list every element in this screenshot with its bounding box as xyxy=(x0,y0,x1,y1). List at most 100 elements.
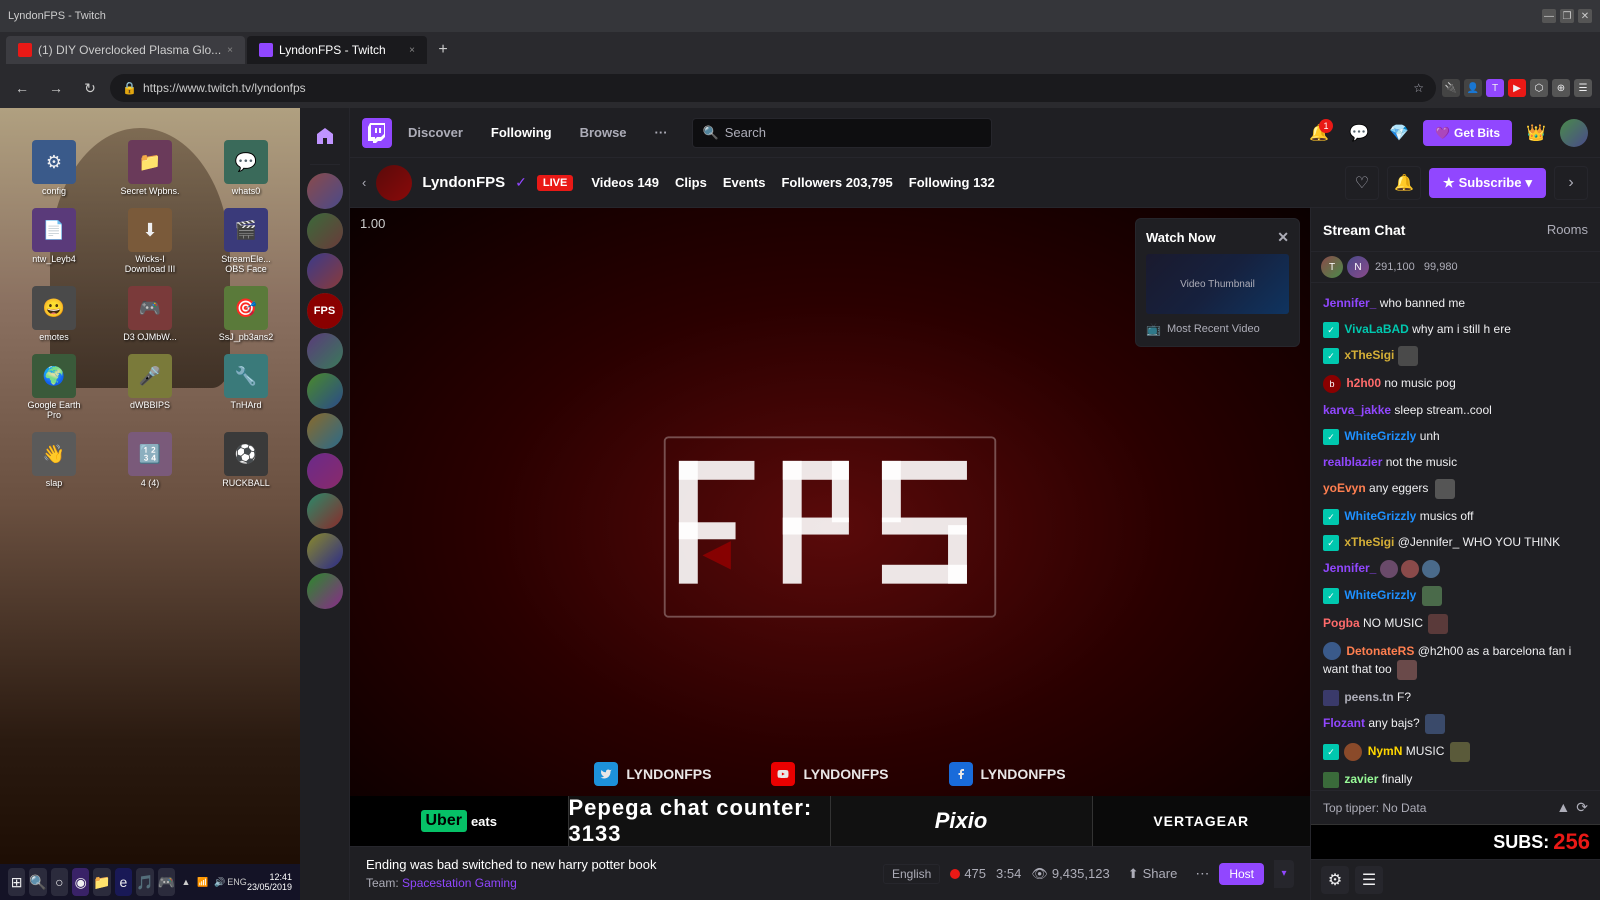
sidebar-avatar-11[interactable] xyxy=(307,573,343,609)
most-recent-video[interactable]: 📺 Most Recent Video xyxy=(1146,322,1289,336)
username-wg2[interactable]: WhiteGrizzly xyxy=(1344,509,1416,523)
desktop-icon-ntw[interactable]: 📄 ntw_Leyb4 xyxy=(8,204,100,278)
taskbar-folder[interactable]: 📁 xyxy=(93,868,110,896)
tab-1[interactable]: (1) DIY Overclocked Plasma Glo... × xyxy=(6,36,245,64)
desktop-icon-d3[interactable]: 🎮 D3 OJMbW... xyxy=(104,282,196,346)
followers-stat[interactable]: Followers 203,795 xyxy=(781,175,892,190)
username-realblazier[interactable]: realblazier xyxy=(1323,455,1382,469)
sidebar-avatar-9[interactable] xyxy=(307,493,343,529)
profile-icon[interactable]: 👤 xyxy=(1464,79,1482,97)
channel-nav-back[interactable]: ‹ xyxy=(362,175,366,190)
search-bar[interactable]: 🔍 Search xyxy=(692,118,992,148)
more-ext-1[interactable]: ⬡ xyxy=(1530,79,1548,97)
sidebar-avatar-5[interactable] xyxy=(307,333,343,369)
username-nymn[interactable]: NymN xyxy=(1368,745,1403,759)
chat-list-icon[interactable]: ☰ xyxy=(1355,866,1383,894)
desktop-icon-tnhard[interactable]: 🔧 TnHArd xyxy=(200,350,292,424)
bell-button[interactable]: 🔔 xyxy=(1387,166,1421,200)
search-input[interactable]: Search xyxy=(725,125,766,140)
host-chevron[interactable]: ▾ xyxy=(1274,860,1294,888)
maximize-button[interactable]: ❐ xyxy=(1560,9,1574,23)
username-zavier[interactable]: zavier xyxy=(1344,772,1378,786)
heart-button[interactable]: ♡ xyxy=(1345,166,1379,200)
team-link[interactable]: Spacestation Gaming xyxy=(402,876,517,890)
address-bar[interactable]: 🔒 https://www.twitch.tv/lyndonfps ☆ xyxy=(110,74,1436,102)
events-stat[interactable]: Events xyxy=(723,175,766,190)
following-nav-btn[interactable]: Following xyxy=(479,119,564,146)
desktop-icon-stream[interactable]: 🎬 StreamEle... OBS Face xyxy=(200,204,292,278)
more-options-stream[interactable]: ⋯ xyxy=(1195,865,1209,882)
username-yoevyn[interactable]: yoEvyn xyxy=(1323,481,1366,495)
nav-messages[interactable]: 💬 xyxy=(1343,117,1375,149)
discover-nav-btn[interactable]: Discover xyxy=(396,119,475,146)
chat-settings-icon[interactable]: ⚙ xyxy=(1321,866,1349,894)
video-thumbnail[interactable]: Video Thumbnail xyxy=(1146,254,1289,314)
taskbar-app2[interactable]: 🎮 xyxy=(158,868,175,896)
username-h2h00[interactable]: h2h00 xyxy=(1346,376,1381,390)
following-stat[interactable]: Following 132 xyxy=(909,175,995,190)
username-thesigi2[interactable]: xTheSigi xyxy=(1344,535,1394,549)
twitch-logo[interactable] xyxy=(362,118,392,148)
reload-button[interactable]: ↻ xyxy=(76,74,104,102)
more-nav-btn[interactable]: ··· xyxy=(643,119,680,146)
taskbar-app1[interactable]: 🎵 xyxy=(136,868,153,896)
desktop-icon-ruckball[interactable]: ⚽ RUCKBALL xyxy=(200,428,292,492)
more-ext-3[interactable]: ☰ xyxy=(1574,79,1592,97)
more-ext-2[interactable]: ⊕ xyxy=(1552,79,1570,97)
taskbar-cortana[interactable]: ○ xyxy=(51,868,68,896)
tipper-scroll-up[interactable]: ▲ xyxy=(1556,799,1570,816)
desktop-icon-secret[interactable]: 📁 Secret Wpbns. xyxy=(104,136,196,200)
taskbar-search[interactable]: 🔍 xyxy=(29,868,46,896)
tipper-scroll-down[interactable]: ⟳ xyxy=(1576,799,1588,816)
username-wg1[interactable]: WhiteGrizzly xyxy=(1344,429,1416,443)
username-thesigi1[interactable]: xTheSigi xyxy=(1344,348,1394,362)
nav-prime[interactable]: 👑 xyxy=(1520,117,1552,149)
share-button[interactable]: ⬆ Share xyxy=(1120,862,1186,886)
browse-nav-btn[interactable]: Browse xyxy=(568,119,639,146)
channel-name[interactable]: LyndonFPS xyxy=(422,174,505,191)
new-tab-button[interactable]: + xyxy=(429,36,457,64)
username-flozant[interactable]: Flozant xyxy=(1323,717,1365,731)
tab-2[interactable]: LyndonFPS - Twitch × xyxy=(247,36,427,64)
clips-stat[interactable]: Clips xyxy=(675,175,707,190)
tab-1-close[interactable]: × xyxy=(227,45,233,56)
username-jennifer2[interactable]: Jennifer_ xyxy=(1323,561,1376,575)
videos-stat[interactable]: Videos 149 xyxy=(591,175,659,190)
desktop-icon-gearth[interactable]: 🌍 Google Earth Pro xyxy=(8,350,100,424)
sidebar-avatar-10[interactable] xyxy=(307,533,343,569)
desktop-icon-ssj[interactable]: 🎯 SsJ_pb3ans2 xyxy=(200,282,292,346)
more-options-button[interactable]: › xyxy=(1554,166,1588,200)
username-detonaters[interactable]: DetonateRS xyxy=(1346,644,1414,658)
sidebar-avatar-8[interactable] xyxy=(307,453,343,489)
sidebar-avatar-3[interactable] xyxy=(307,253,343,289)
minimize-button[interactable]: — xyxy=(1542,9,1556,23)
taskbar-start[interactable]: ⊞ xyxy=(8,868,25,896)
desktop-icon-config[interactable]: ⚙ config xyxy=(8,136,100,200)
back-button[interactable]: ← xyxy=(8,74,36,102)
username-pogba[interactable]: Pogba xyxy=(1323,616,1360,630)
host-button[interactable]: Host xyxy=(1219,863,1264,885)
sidebar-avatar-1[interactable] xyxy=(307,173,343,209)
user-avatar-nav[interactable] xyxy=(1560,119,1588,147)
extensions-icon[interactable]: 🔌 xyxy=(1442,79,1460,97)
sidebar-avatar-6[interactable] xyxy=(307,373,343,409)
nav-notifications[interactable]: 🔔 1 xyxy=(1303,117,1335,149)
subscribe-button[interactable]: ★ Subscribe ▾ xyxy=(1429,168,1546,198)
window-controls[interactable]: — ❐ ✕ xyxy=(1542,9,1592,23)
username-peenstn[interactable]: peens.tn xyxy=(1344,690,1393,704)
desktop-icon-wicks[interactable]: ⬇ Wicks-I DownIoad III xyxy=(104,204,196,278)
youtube-ext-icon[interactable]: ▶ xyxy=(1508,79,1526,97)
rooms-button[interactable]: Rooms xyxy=(1547,222,1588,237)
desktop-icon-slap[interactable]: 👋 slap xyxy=(8,428,100,492)
sidebar-avatar-fps[interactable]: FPS xyxy=(307,293,343,329)
bookmark-icon[interactable]: ☆ xyxy=(1413,81,1424,95)
taskbar-chrome[interactable]: ◉ xyxy=(72,868,89,896)
get-bits-button[interactable]: 💜 Get Bits xyxy=(1423,120,1512,146)
close-window-button[interactable]: ✕ xyxy=(1578,9,1592,23)
desktop-icon-whats0[interactable]: 💬 whats0 xyxy=(200,136,292,200)
twitch-ext-icon[interactable]: T xyxy=(1486,79,1504,97)
forward-button[interactable]: → xyxy=(42,74,70,102)
tab-2-close[interactable]: × xyxy=(409,45,415,56)
sidebar-home[interactable] xyxy=(305,116,345,156)
sidebar-avatar-7[interactable] xyxy=(307,413,343,449)
